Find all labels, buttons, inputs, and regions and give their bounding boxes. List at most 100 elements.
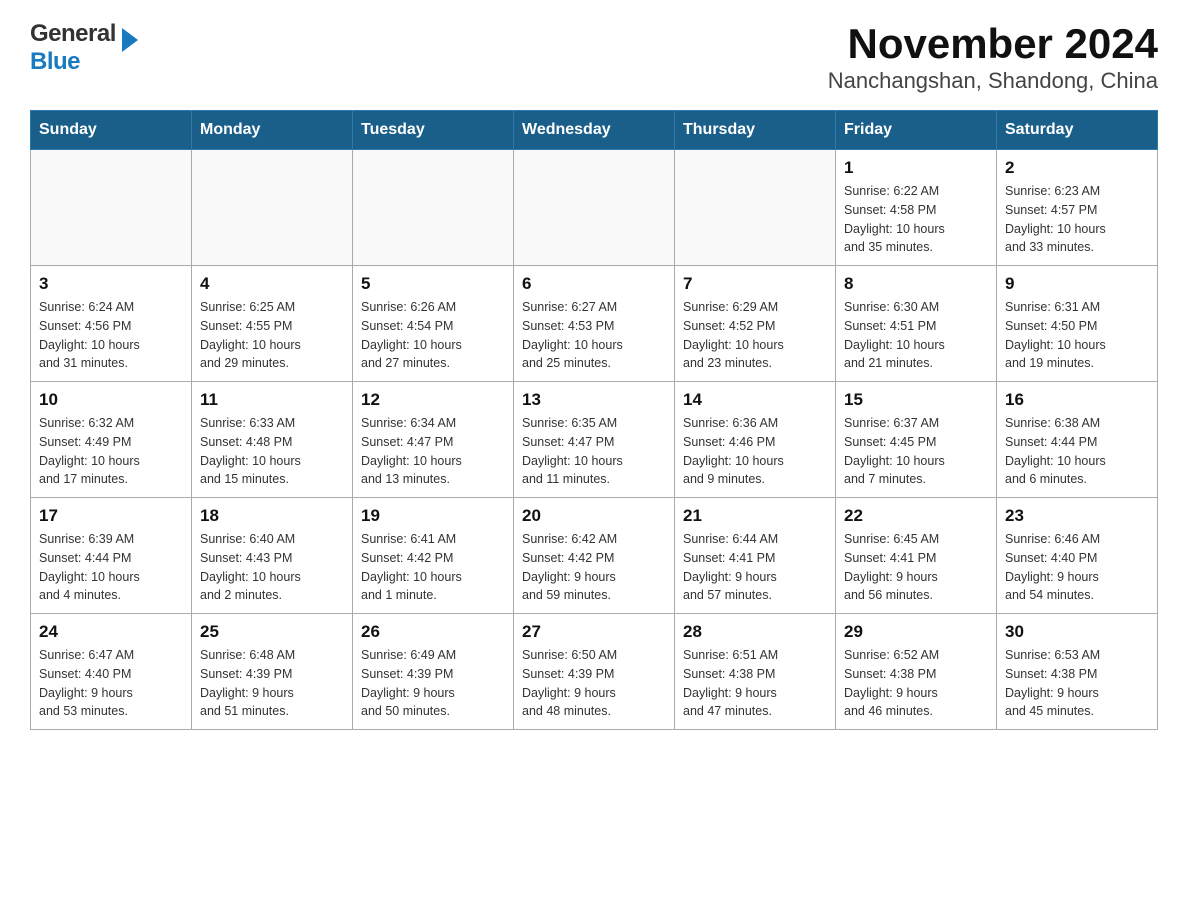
day-info: Sunrise: 6:27 AM Sunset: 4:53 PM Dayligh… <box>522 298 666 373</box>
day-info: Sunrise: 6:23 AM Sunset: 4:57 PM Dayligh… <box>1005 182 1149 257</box>
day-number: 14 <box>683 390 827 410</box>
day-number: 22 <box>844 506 988 526</box>
day-number: 19 <box>361 506 505 526</box>
day-info: Sunrise: 6:34 AM Sunset: 4:47 PM Dayligh… <box>361 414 505 489</box>
day-info: Sunrise: 6:29 AM Sunset: 4:52 PM Dayligh… <box>683 298 827 373</box>
calendar-cell: 5 Sunrise: 6:26 AM Sunset: 4:54 PM Daylig… <box>353 266 514 382</box>
day-info: Sunrise: 6:26 AM Sunset: 4:54 PM Dayligh… <box>361 298 505 373</box>
day-info: Sunrise: 6:48 AM Sunset: 4:39 PM Dayligh… <box>200 646 344 721</box>
day-number: 23 <box>1005 506 1149 526</box>
day-info: Sunrise: 6:35 AM Sunset: 4:47 PM Dayligh… <box>522 414 666 489</box>
calendar-cell: 12 Sunrise: 6:34 AM Sunset: 4:47 PM Dayli… <box>353 382 514 498</box>
calendar-table: SundayMondayTuesdayWednesdayThursdayFrid… <box>30 110 1158 730</box>
day-info: Sunrise: 6:32 AM Sunset: 4:49 PM Dayligh… <box>39 414 183 489</box>
day-info: Sunrise: 6:22 AM Sunset: 4:58 PM Dayligh… <box>844 182 988 257</box>
calendar-cell: 24Sunrise: 6:47 AM Sunset: 4:40 PM Dayli… <box>31 614 192 730</box>
calendar-cell: 19 Sunrise: 6:41 AM Sunset: 4:42 PM Dayli… <box>353 498 514 614</box>
calendar-cell: 27 Sunrise: 6:50 AM Sunset: 4:39 PM Dayli… <box>514 614 675 730</box>
weekday-header-monday: Monday <box>192 111 353 150</box>
day-number: 15 <box>844 390 988 410</box>
weekday-header-tuesday: Tuesday <box>353 111 514 150</box>
day-info: Sunrise: 6:53 AM Sunset: 4:38 PM Dayligh… <box>1005 646 1149 721</box>
calendar-week-2: 3 Sunrise: 6:24 AM Sunset: 4:56 PM Daylig… <box>31 266 1158 382</box>
day-info: Sunrise: 6:45 AM Sunset: 4:41 PM Dayligh… <box>844 530 988 605</box>
calendar-cell: 8 Sunrise: 6:30 AM Sunset: 4:51 PM Daylig… <box>836 266 997 382</box>
day-number: 4 <box>200 274 344 294</box>
calendar-cell: 18 Sunrise: 6:40 AM Sunset: 4:43 PM Dayli… <box>192 498 353 614</box>
calendar-cell: 6 Sunrise: 6:27 AM Sunset: 4:53 PM Daylig… <box>514 266 675 382</box>
day-number: 6 <box>522 274 666 294</box>
day-info: Sunrise: 6:46 AM Sunset: 4:40 PM Dayligh… <box>1005 530 1149 605</box>
title-block: November 2024 Nanchangshan, Shandong, Ch… <box>828 20 1158 94</box>
day-number: 28 <box>683 622 827 642</box>
calendar-cell: 13 Sunrise: 6:35 AM Sunset: 4:47 PM Dayli… <box>514 382 675 498</box>
day-info: Sunrise: 6:24 AM Sunset: 4:56 PM Dayligh… <box>39 298 183 373</box>
day-number: 2 <box>1005 158 1149 178</box>
logo-general: General <box>30 20 116 48</box>
calendar-cell: 30 Sunrise: 6:53 AM Sunset: 4:38 PM Dayli… <box>997 614 1158 730</box>
calendar-cell: 4 Sunrise: 6:25 AM Sunset: 4:55 PM Daylig… <box>192 266 353 382</box>
calendar-cell: 17 Sunrise: 6:39 AM Sunset: 4:44 PM Dayli… <box>31 498 192 614</box>
weekday-header-saturday: Saturday <box>997 111 1158 150</box>
calendar-cell: 14 Sunrise: 6:36 AM Sunset: 4:46 PM Dayli… <box>675 382 836 498</box>
day-number: 18 <box>200 506 344 526</box>
calendar-week-5: 24Sunrise: 6:47 AM Sunset: 4:40 PM Dayli… <box>31 614 1158 730</box>
day-number: 13 <box>522 390 666 410</box>
calendar-cell: 16Sunrise: 6:38 AM Sunset: 4:44 PM Dayli… <box>997 382 1158 498</box>
day-number: 21 <box>683 506 827 526</box>
calendar-header: SundayMondayTuesdayWednesdayThursdayFrid… <box>31 111 1158 150</box>
day-info: Sunrise: 6:40 AM Sunset: 4:43 PM Dayligh… <box>200 530 344 605</box>
logo-blue: Blue <box>30 48 116 76</box>
day-number: 20 <box>522 506 666 526</box>
calendar-week-4: 17 Sunrise: 6:39 AM Sunset: 4:44 PM Dayli… <box>31 498 1158 614</box>
day-number: 9 <box>1005 274 1149 294</box>
calendar-cell <box>353 150 514 266</box>
calendar-body: 1 Sunrise: 6:22 AM Sunset: 4:58 PM Daylig… <box>31 150 1158 730</box>
day-number: 17 <box>39 506 183 526</box>
day-info: Sunrise: 6:39 AM Sunset: 4:44 PM Dayligh… <box>39 530 183 605</box>
calendar-cell: 29Sunrise: 6:52 AM Sunset: 4:38 PM Dayli… <box>836 614 997 730</box>
calendar-title: November 2024 <box>828 20 1158 68</box>
weekday-header-sunday: Sunday <box>31 111 192 150</box>
calendar-cell: 26 Sunrise: 6:49 AM Sunset: 4:39 PM Dayli… <box>353 614 514 730</box>
calendar-cell <box>675 150 836 266</box>
day-number: 7 <box>683 274 827 294</box>
calendar-cell: 3 Sunrise: 6:24 AM Sunset: 4:56 PM Daylig… <box>31 266 192 382</box>
day-number: 16 <box>1005 390 1149 410</box>
day-number: 11 <box>200 390 344 410</box>
calendar-cell: 22 Sunrise: 6:45 AM Sunset: 4:41 PM Dayli… <box>836 498 997 614</box>
calendar-cell: 15Sunrise: 6:37 AM Sunset: 4:45 PM Dayli… <box>836 382 997 498</box>
day-info: Sunrise: 6:33 AM Sunset: 4:48 PM Dayligh… <box>200 414 344 489</box>
calendar-cell: 2 Sunrise: 6:23 AM Sunset: 4:57 PM Daylig… <box>997 150 1158 266</box>
calendar-cell: 1 Sunrise: 6:22 AM Sunset: 4:58 PM Daylig… <box>836 150 997 266</box>
day-info: Sunrise: 6:36 AM Sunset: 4:46 PM Dayligh… <box>683 414 827 489</box>
day-info: Sunrise: 6:30 AM Sunset: 4:51 PM Dayligh… <box>844 298 988 373</box>
day-number: 5 <box>361 274 505 294</box>
day-info: Sunrise: 6:47 AM Sunset: 4:40 PM Dayligh… <box>39 646 183 721</box>
calendar-cell: 21Sunrise: 6:44 AM Sunset: 4:41 PM Dayli… <box>675 498 836 614</box>
calendar-cell: 10Sunrise: 6:32 AM Sunset: 4:49 PM Dayli… <box>31 382 192 498</box>
weekday-header-thursday: Thursday <box>675 111 836 150</box>
calendar-week-1: 1 Sunrise: 6:22 AM Sunset: 4:58 PM Daylig… <box>31 150 1158 266</box>
day-number: 12 <box>361 390 505 410</box>
day-info: Sunrise: 6:49 AM Sunset: 4:39 PM Dayligh… <box>361 646 505 721</box>
day-info: Sunrise: 6:31 AM Sunset: 4:50 PM Dayligh… <box>1005 298 1149 373</box>
weekday-header-row: SundayMondayTuesdayWednesdayThursdayFrid… <box>31 111 1158 150</box>
day-number: 8 <box>844 274 988 294</box>
calendar-cell: 11 Sunrise: 6:33 AM Sunset: 4:48 PM Dayli… <box>192 382 353 498</box>
day-number: 25 <box>200 622 344 642</box>
day-info: Sunrise: 6:50 AM Sunset: 4:39 PM Dayligh… <box>522 646 666 721</box>
day-number: 30 <box>1005 622 1149 642</box>
day-info: Sunrise: 6:41 AM Sunset: 4:42 PM Dayligh… <box>361 530 505 605</box>
calendar-cell <box>31 150 192 266</box>
day-number: 1 <box>844 158 988 178</box>
day-number: 26 <box>361 622 505 642</box>
calendar-subtitle: Nanchangshan, Shandong, China <box>828 68 1158 94</box>
weekday-header-friday: Friday <box>836 111 997 150</box>
day-number: 29 <box>844 622 988 642</box>
day-number: 27 <box>522 622 666 642</box>
day-number: 3 <box>39 274 183 294</box>
day-info: Sunrise: 6:25 AM Sunset: 4:55 PM Dayligh… <box>200 298 344 373</box>
calendar-week-3: 10Sunrise: 6:32 AM Sunset: 4:49 PM Dayli… <box>31 382 1158 498</box>
calendar-cell: 7 Sunrise: 6:29 AM Sunset: 4:52 PM Daylig… <box>675 266 836 382</box>
